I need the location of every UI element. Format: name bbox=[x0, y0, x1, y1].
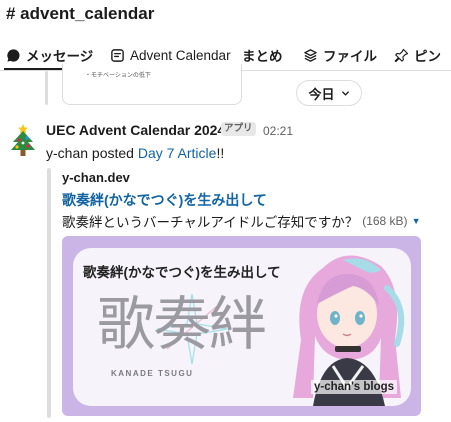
tab-files[interactable]: ファイル bbox=[303, 40, 377, 70]
chevron-down-icon bbox=[341, 90, 349, 96]
app-badge: アプリ bbox=[221, 122, 256, 136]
message-suffix: !! bbox=[216, 145, 225, 161]
attachment-description-text: 歌奏絆というバーチャルアイドルご存知ですか？ bbox=[62, 215, 359, 230]
kanji-logo: 歌奏絆 KANADE TSUGU bbox=[97, 292, 267, 382]
layers-icon bbox=[304, 48, 317, 62]
collapse-caret-icon[interactable]: ▼ bbox=[412, 216, 421, 226]
blog-label: y-chan's blogs bbox=[311, 380, 398, 394]
tab-pins-label: ピン bbox=[414, 49, 441, 64]
tab-advent-calendar-label: Advent Calendar bbox=[130, 47, 231, 63]
attachment-size: (168 kB) bbox=[362, 214, 408, 228]
previous-snippet: ・モチベーションの低下 bbox=[85, 73, 151, 79]
preview-heading: 歌奏絆(かなでつぐ)を生み出して bbox=[83, 265, 281, 280]
tab-summary[interactable]: まとめ bbox=[242, 40, 283, 70]
message-timestamp[interactable]: 02:21 bbox=[263, 124, 293, 138]
message-bubble-icon bbox=[7, 48, 20, 62]
previous-attachment-card[interactable]: ・モチベーションの低下 bbox=[62, 64, 242, 105]
attachment-title-link[interactable]: 歌奏絆(かなでつぐ)を生み出して bbox=[62, 190, 267, 210]
logo-romaji: KANADE TSUGU bbox=[111, 369, 194, 378]
attachment-bar bbox=[47, 168, 51, 418]
tab-summary-label: まとめ bbox=[242, 49, 283, 64]
attachment-description: 歌奏絆というバーチャルアイドルご存知ですか？ (168 kB) ▼ bbox=[62, 211, 420, 231]
tab-pins[interactable]: ピン bbox=[394, 40, 441, 70]
preview-card: 歌奏絆(かなでつぐ)を生み出して 歌奏絆 KANADE TSUGU y-chan… bbox=[73, 248, 411, 406]
article-link[interactable]: Day 7 Article bbox=[138, 145, 217, 161]
logo-kanji: 歌奏絆 bbox=[97, 290, 267, 358]
christmas-tree-icon[interactable] bbox=[8, 122, 38, 158]
attachment-site-name[interactable]: y-chan.dev bbox=[62, 170, 130, 185]
message-text: y-chan posted Day 7 Article!! bbox=[46, 145, 224, 161]
attachment-preview-image[interactable]: 歌奏絆(かなでつぐ)を生み出して 歌奏絆 KANADE TSUGU y-chan… bbox=[62, 236, 421, 416]
date-divider-button[interactable]: 今日 bbox=[296, 80, 362, 106]
channel-title[interactable]: # advent_calendar bbox=[6, 4, 154, 24]
date-label: 今日 bbox=[308, 86, 335, 102]
pin-icon bbox=[394, 48, 409, 62]
canvas-doc-icon bbox=[111, 48, 124, 62]
message-prefix: y-chan posted bbox=[46, 145, 138, 161]
tab-files-label: ファイル bbox=[323, 49, 377, 64]
tab-messages-label: メッセージ bbox=[26, 49, 94, 64]
previous-attachment-bar bbox=[45, 71, 48, 105]
sender-name[interactable]: UEC Advent Calendar 2024 bbox=[46, 122, 225, 138]
